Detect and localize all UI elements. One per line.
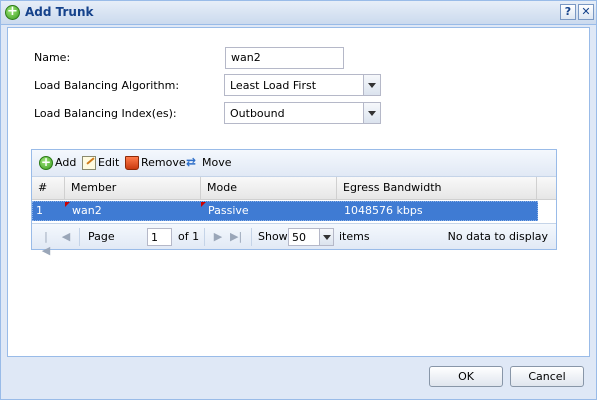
edit-button[interactable]: Edit	[82, 156, 122, 172]
column-header-index[interactable]: #	[32, 177, 65, 200]
dialog-title: Add Trunk	[25, 5, 94, 19]
name-field[interactable]: wan2	[225, 47, 344, 69]
close-button[interactable]: ✕	[578, 4, 594, 20]
row-index: 1	[36, 204, 43, 217]
name-label: Name:	[34, 51, 71, 64]
last-page-icon[interactable]: ▶|	[230, 230, 242, 244]
pager-separator	[251, 228, 252, 246]
show-label: Show	[258, 230, 288, 243]
remove-button[interactable]: Remove	[125, 156, 186, 172]
members-grid: + Add Edit Remove ⇄ Move # Member Mode E…	[31, 149, 557, 257]
pager-separator	[204, 228, 205, 246]
next-page-icon[interactable]: ▶	[212, 230, 224, 244]
pager-status: No data to display	[447, 230, 548, 243]
edit-label: Edit	[98, 156, 120, 169]
chevron-down-icon[interactable]	[363, 103, 380, 123]
add-icon: +	[39, 155, 53, 170]
add-label: Add	[55, 156, 77, 169]
prev-page-icon[interactable]: ◀	[60, 230, 72, 244]
index-value: Outbound	[230, 107, 285, 120]
add-button[interactable]: + Add	[39, 156, 79, 172]
algorithm-select[interactable]: Least Load First	[224, 74, 381, 96]
column-header-member[interactable]: Member	[65, 177, 201, 200]
index-select[interactable]: Outbound	[224, 102, 381, 124]
edit-icon	[82, 156, 96, 170]
help-button[interactable]: ?	[560, 4, 576, 20]
page-label: Page	[88, 230, 115, 243]
index-label: Load Balancing Index(es):	[34, 107, 177, 120]
move-icon: ⇄	[186, 155, 197, 169]
add-trunk-dialog: + Add Trunk ? ✕ Name: wan2 Load Balancin…	[0, 0, 597, 400]
page-size-value: 50	[292, 231, 306, 244]
algorithm-value: Least Load First	[230, 79, 317, 92]
page-input[interactable]: 1	[147, 228, 172, 246]
column-header-egress-bandwidth[interactable]: Egress Bandwidth	[337, 177, 537, 200]
dialog-titlebar[interactable]: + Add Trunk ? ✕	[1, 1, 596, 25]
grid-pager: |◀ ◀ Page 1 of 1 ▶ ▶| Show 50 items No d…	[32, 223, 556, 257]
row-member: wan2	[72, 204, 102, 217]
items-label: items	[339, 230, 370, 243]
grid-header: # Member Mode Egress Bandwidth	[32, 177, 556, 200]
remove-label: Remove	[141, 156, 186, 169]
chevron-down-icon[interactable]	[319, 229, 333, 245]
grid-toolbar: + Add Edit Remove ⇄ Move	[32, 150, 556, 177]
page-size-select[interactable]: 50	[288, 228, 334, 246]
algorithm-label: Load Balancing Algorithm:	[34, 79, 180, 92]
ok-button[interactable]: OK	[429, 366, 503, 387]
table-row[interactable]: 1 wan2 Passive 1048576 kbps	[32, 201, 538, 221]
row-mode: Passive	[208, 204, 249, 217]
pager-separator	[79, 228, 80, 246]
page-count: of 1	[178, 230, 200, 243]
move-button[interactable]: ⇄ Move	[186, 156, 234, 172]
chevron-down-icon[interactable]	[363, 75, 380, 95]
row-bandwidth: 1048576 kbps	[344, 204, 423, 217]
add-circle-icon: +	[5, 5, 20, 20]
move-label: Move	[202, 156, 232, 169]
first-page-icon[interactable]: |◀	[40, 230, 52, 257]
cancel-button[interactable]: Cancel	[510, 366, 584, 387]
column-header-mode[interactable]: Mode	[201, 177, 337, 200]
trash-icon	[125, 156, 139, 170]
